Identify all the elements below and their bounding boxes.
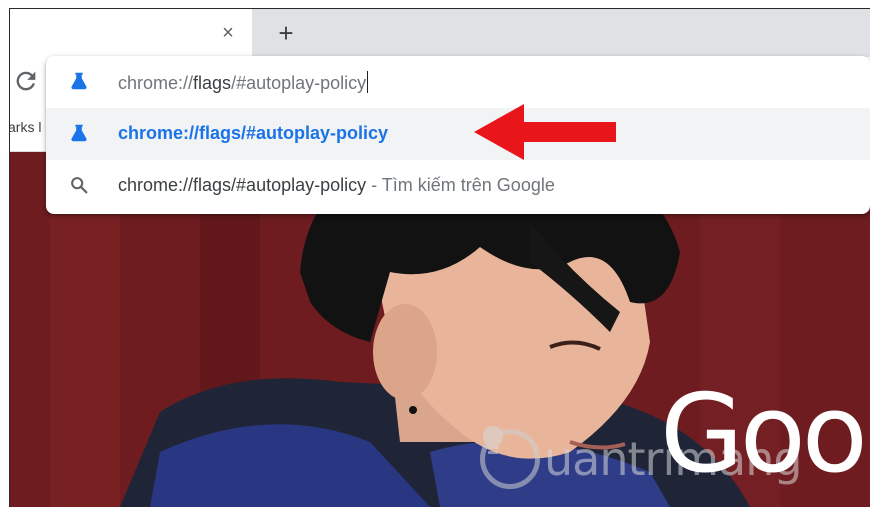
text-caret [367,71,369,93]
suggestion-url: chrome://flags/#autoplay-policy [118,123,389,143]
bookmarks-label[interactable]: arks l [10,119,41,135]
google-logo: Goo [660,372,868,497]
omnibox-input[interactable]: chrome://flags/#autoplay-policy [118,71,369,94]
flask-icon [71,124,87,142]
active-tab[interactable]: × [10,9,252,57]
flask-icon [71,72,87,90]
close-tab-button[interactable]: × [216,21,240,45]
suggestion-search-google[interactable]: chrome://flags/#autoplay-policy - Tìm ki… [46,160,870,212]
new-tab-button[interactable]: + [272,19,300,47]
red-arrow-annotation [474,104,616,160]
omnibox-input-row[interactable]: chrome://flags/#autoplay-policy [46,56,870,108]
search-icon [71,177,88,194]
suggestion-search-text: chrome://flags/#autoplay-policy - Tìm ki… [118,175,555,195]
suggestion-flags[interactable]: chrome://flags/#autoplay-policy [46,108,870,160]
lightbulb-icon [480,426,540,489]
reload-icon[interactable] [12,67,40,95]
tab-strip: × + [10,9,870,57]
omnibox-dropdown: chrome://flags/#autoplay-policy chrome:/… [46,56,870,214]
